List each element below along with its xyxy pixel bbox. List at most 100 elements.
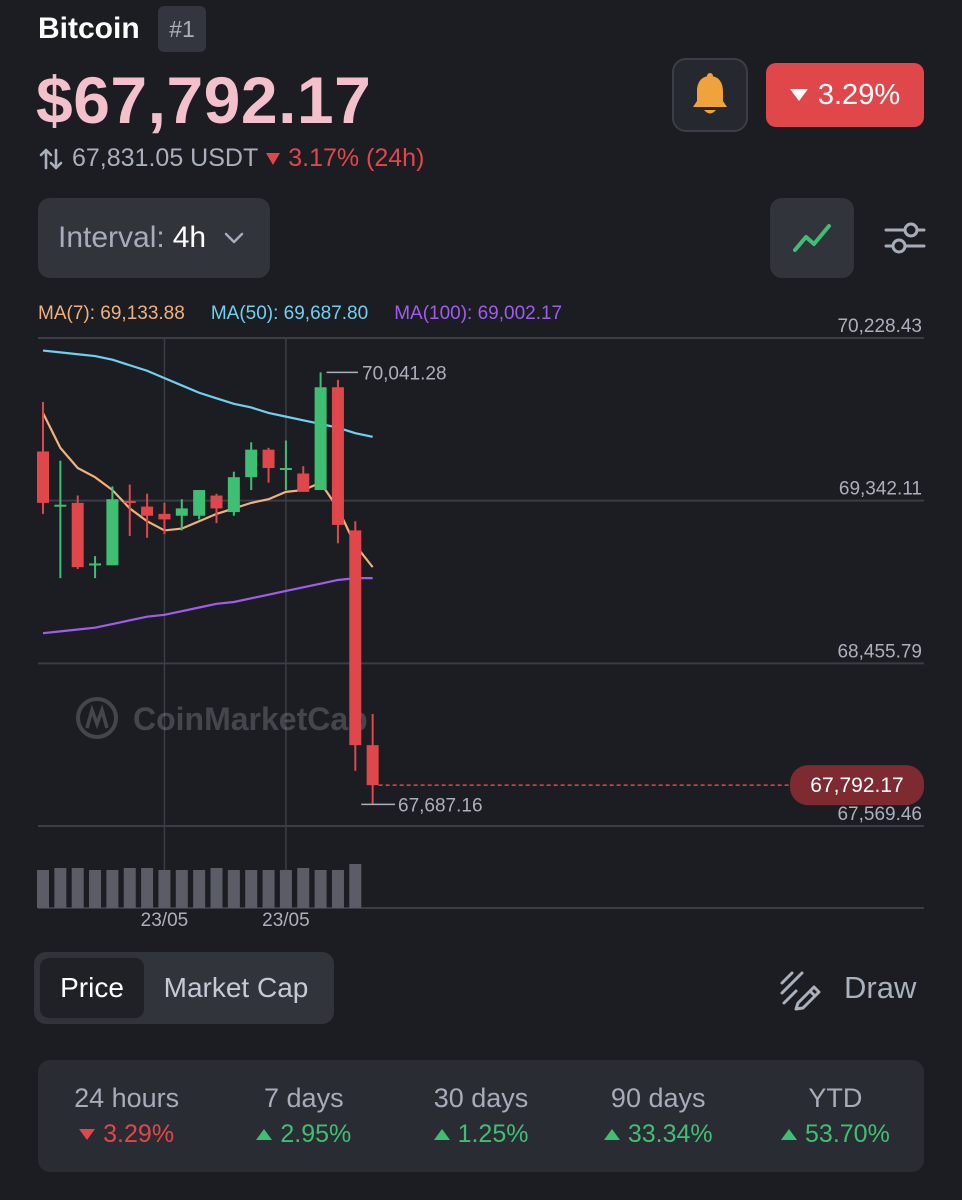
coin-name: Bitcoin [38, 12, 140, 45]
tab-market-cap[interactable]: Market Cap [144, 958, 328, 1018]
change-24h: 3.17% (24h) [288, 144, 425, 172]
y-tick-label: 67,569.46 [837, 804, 922, 825]
volume-bar [349, 864, 362, 908]
volume-bar [71, 868, 84, 908]
perf-7d: 7 days 2.95% [215, 1060, 392, 1172]
y-tick-label: 70,228.43 [837, 316, 922, 337]
bell-icon [693, 73, 727, 114]
candle-body [158, 513, 171, 520]
perf-label: 90 days [610, 1083, 706, 1113]
volume-bar [314, 870, 327, 908]
volume-bar [210, 868, 223, 908]
candle-body [175, 508, 188, 516]
volume-bar [37, 870, 49, 908]
price-alert-button[interactable] [672, 58, 748, 132]
swap-arrows-icon [39, 148, 63, 169]
volume-bar [227, 870, 240, 908]
sliders-icon [884, 222, 926, 254]
perf-ytd: YTD 53.70% [747, 1060, 924, 1172]
candle-body [193, 490, 206, 516]
candle-body [89, 563, 102, 566]
chart-mode-toggle: Price Market Cap [34, 952, 334, 1024]
candle-body [349, 530, 362, 746]
up-triangle-icon [256, 1129, 273, 1140]
interval-label: Interval: [58, 221, 165, 254]
perf-label: 24 hours [74, 1083, 180, 1113]
perf-value-text: 33.34% [627, 1120, 713, 1148]
price-chart[interactable]: 70,228.43 69,342.11 68,455.79 67,569.46 Coin… [0, 300, 962, 940]
down-triangle-icon [789, 89, 808, 101]
usdt-price: 67,831.05 USDT [72, 144, 259, 172]
current-price-tag-text: 67,792.17 [810, 774, 903, 797]
change-badge-value: 3.29% [817, 78, 901, 111]
low-price-label: 67,687.16 [398, 795, 483, 816]
line-chart-icon [793, 224, 831, 252]
perf-value: 3.29% [79, 1120, 174, 1149]
y-tick-label: 68,455.79 [837, 641, 922, 662]
tab-price[interactable]: Price [40, 958, 144, 1018]
candle-body [37, 451, 49, 503]
candle-body [210, 495, 223, 509]
x-date-label: 23/05 [141, 910, 189, 931]
down-triangle-icon [79, 1129, 96, 1140]
volume-bar [245, 870, 258, 908]
interval-selector[interactable]: Interval: 4h [38, 198, 270, 278]
perf-90d: 90 days 33.34% [570, 1060, 747, 1172]
candle-body [262, 449, 275, 469]
draw-pencil-icon [780, 971, 821, 1011]
up-triangle-icon [781, 1129, 798, 1140]
watermark-logo [76, 697, 118, 739]
volume-bar [297, 868, 310, 908]
up-triangle-icon [433, 1129, 450, 1140]
x-date-label: 23/05 [262, 910, 310, 931]
perf-label: 7 days [264, 1083, 344, 1113]
perf-value: 33.34% [603, 1120, 713, 1149]
candle-body [245, 449, 258, 478]
volume-bar [175, 870, 188, 908]
volume-bar [331, 870, 344, 908]
chart-type-button[interactable] [770, 198, 854, 278]
volume-bar [54, 868, 67, 908]
draw-button[interactable]: Draw [776, 960, 916, 1016]
volume-bar [262, 870, 275, 908]
down-triangle-icon [266, 152, 281, 165]
candle-body [54, 504, 67, 507]
change-badge: 3.29% [766, 63, 924, 127]
perf-value-text: 2.95% [280, 1120, 352, 1148]
candle-body [227, 477, 240, 513]
perf-value-text: 53.70% [805, 1120, 890, 1148]
volume-bar [158, 870, 171, 908]
perf-value: 1.25% [433, 1120, 529, 1149]
current-price: $67,792.17 [36, 63, 372, 137]
chart-settings-button[interactable] [880, 214, 930, 262]
perf-value: 53.70% [781, 1120, 890, 1149]
high-price-label: 70,041.28 [362, 363, 447, 384]
watermark-text: CoinMarketCap [133, 701, 368, 737]
interval-value: 4h [172, 221, 207, 254]
ma100-line [42, 577, 373, 635]
candle-body [71, 502, 84, 568]
volume-bar [89, 870, 102, 908]
perf-value-text: 1.25% [457, 1120, 529, 1148]
candle-body [141, 506, 154, 516]
watermark-circle [76, 697, 118, 739]
candle-body [279, 468, 292, 471]
perf-value-text: 3.29% [103, 1120, 175, 1148]
perf-30d: 30 days 1.25% [392, 1060, 569, 1172]
volume-bar [106, 870, 119, 908]
rank-badge: #1 [158, 6, 206, 52]
perf-label: YTD [808, 1083, 863, 1113]
perf-label: 30 days [433, 1083, 529, 1113]
up-triangle-icon [603, 1129, 620, 1140]
chevron-down-icon [224, 232, 244, 244]
candle-body [314, 387, 327, 491]
watermark-mark [85, 704, 109, 730]
perf-value: 2.95% [256, 1120, 351, 1149]
candle-body [106, 499, 119, 566]
usdt-price-row: 67,831.05 USDT 3.17% (24h) [38, 144, 424, 173]
volume-bar [123, 868, 136, 908]
draw-label: Draw [844, 970, 917, 1005]
y-tick-label: 69,342.11 [839, 479, 922, 500]
volume-bar [193, 870, 206, 908]
candle-body [331, 387, 344, 525]
